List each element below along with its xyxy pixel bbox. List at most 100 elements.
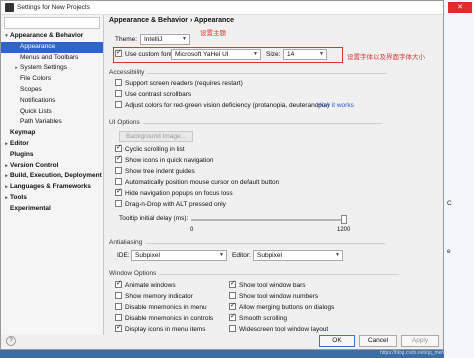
ok-button[interactable]: OK [319,335,355,347]
window-option-checkbox[interactable]: Allow merging buttons on dialogs [229,301,334,312]
drag-drop-checkbox[interactable]: Drag-n-Drop with ALT pressed only [115,200,226,209]
show-tree-checkbox[interactable]: Show tree indent guides [115,167,195,176]
sidebar-item-label: Notifications [20,96,56,104]
sidebar-item-label: Version Control [10,161,59,169]
font-select[interactable]: Microsoft YaHei UI ▼ [171,49,261,60]
show-icons-checkbox[interactable]: Show icons in quick navigation [115,154,214,165]
how-it-works-link[interactable]: How it works [317,101,354,110]
sidebar-item-label: Plugins [10,150,34,158]
window-option-checkbox[interactable]: Widescreen tool window layout [229,325,328,334]
show-tree-label: Show tree indent guides [125,168,195,175]
theme-annotation: 设置主题 [200,30,226,37]
sidebar-item[interactable]: File Colors [1,74,103,85]
close-icon[interactable]: ✕ [448,2,472,13]
contrast-scrollbars-checkbox[interactable]: Use contrast scrollbars [115,90,191,99]
screen-readers-checkbox[interactable]: Support screen readers (requires restart… [115,79,243,88]
sidebar-item[interactable]: Appearance [1,41,103,53]
hide-popups-label: Hide navigation popups on focus loss [125,190,233,197]
window-option-checkbox[interactable]: Display icons in menu items [115,323,206,334]
font-value: Microsoft YaHei UI [175,51,229,58]
size-label: Size: [266,51,281,58]
window-option-checkbox[interactable]: Smooth scrolling [229,312,287,323]
window-option-checkbox[interactable]: Disable mnemonics in controls [115,314,213,323]
chevron-right-icon: ▸ [5,194,8,201]
apply-button[interactable]: Apply [401,335,439,347]
cancel-button[interactable]: Cancel [359,335,397,347]
sidebar-item[interactable]: Plugins [1,150,103,161]
help-icon[interactable]: ? [6,336,16,346]
sidebar-item[interactable]: ▸ Tools [1,193,103,204]
ui-options-section-title: UI Options [109,119,381,126]
sidebar-item[interactable]: Menus and Toolbars [1,53,103,64]
tooltip-max-label: 1200 [337,227,351,233]
editor-aa-label: Editor: [232,252,251,259]
watermark-text: https://blog.csdn.net/qq_mehe [380,350,447,356]
breadcrumb-current: Appearance [193,17,235,24]
tooltip-delay-label: Tooltip initial delay (ms): [119,215,189,222]
settings-window: Settings for New Projects ▾ Appearance & … [0,0,444,350]
editor-antialiasing-select[interactable]: Subpixel ▼ [253,250,343,261]
contrast-scrollbars-label: Use contrast scrollbars [125,91,192,98]
checkbox-unchecked [115,79,122,86]
sidebar-item-label: Quick Lists [20,107,52,115]
window-title: Settings for New Projects [17,4,90,11]
auto-position-checkbox[interactable]: Automatically position mouse cursor on d… [115,178,279,187]
checkbox-unchecked [115,303,122,310]
sidebar-item[interactable]: Keymap [1,128,103,139]
window-option-checkbox[interactable]: Show tool window bars [229,279,305,290]
theme-select[interactable]: IntelliJ ▼ [140,34,190,45]
checkbox-checked [115,143,122,152]
sidebar-item[interactable]: Path Variables [1,117,103,128]
custom-font-checkbox[interactable]: Use custom font: [115,48,174,59]
breadcrumb: Appearance & Behavior › Appearance [105,15,445,27]
sidebar-item-label: File Colors [20,75,52,83]
sidebar-item[interactable]: ▸ Editor [1,139,103,150]
sidebar-item[interactable]: Notifications [1,96,103,107]
sidebar-item-label: Path Variables [20,118,62,126]
font-size-value: 14 [287,51,295,58]
window-option-checkbox[interactable]: Disable mnemonics in menu [115,303,207,312]
sidebar-item[interactable]: ▸ Build, Execution, Deployment [1,171,103,182]
chevron-right-icon: ▸ [5,162,8,169]
breadcrumb-parent[interactable]: Appearance & Behavior [109,17,188,24]
cyclic-scrolling-checkbox[interactable]: Cyclic scrolling in list [115,143,185,154]
chevron-down-icon: ▼ [319,51,324,57]
sidebar-item[interactable]: Scopes [1,85,103,96]
sidebar-item-label: Scopes [20,85,42,93]
sidebar-item[interactable]: Quick Lists [1,107,103,118]
sidebar-item[interactable]: ▸ Languages & Frameworks [1,182,103,193]
window-option-label: Show memory indicator [125,293,193,300]
sidebar-item[interactable]: Experimental [1,204,103,215]
background-image-button[interactable]: Background Image... [119,131,193,142]
search-input[interactable] [4,17,100,29]
ide-aa-value: Subpixel [135,252,160,259]
show-icons-label: Show icons in quick navigation [125,157,214,164]
chevron-down-icon: ▾ [5,33,8,39]
title-bar: Settings for New Projects [1,1,443,15]
checkbox-checked [115,48,122,57]
checkbox-checked [115,323,122,332]
sidebar-item[interactable]: ▸ Version Control [1,161,103,172]
sidebar-item-label: Appearance [20,42,56,50]
window-option-checkbox[interactable]: Animate windows [115,279,176,290]
checkbox-unchecked [115,314,122,321]
sidebar-item[interactable]: ▸ System Settings [1,63,103,74]
tooltip-delay-slider-track[interactable] [191,219,347,221]
hide-popups-checkbox[interactable]: Hide navigation popups on focus loss [115,187,233,198]
sidebar-item[interactable]: ▾ Appearance & Behavior [1,31,103,42]
checkbox-checked [229,312,236,321]
window-option-checkbox[interactable]: Show memory indicator [115,292,193,301]
checkbox-checked [115,279,122,288]
sidebar: ▾ Appearance & Behavior Appearance Menus an… [1,15,104,335]
window-option-checkbox[interactable]: Show tool window numbers [229,292,318,301]
adjust-colors-checkbox[interactable]: Adjust colors for red-green vision defic… [115,101,329,110]
ide-antialiasing-select[interactable]: Subpixel ▼ [131,250,227,261]
tooltip-delay-slider-thumb[interactable] [341,215,347,224]
ide-aa-label: IDE: [117,252,130,259]
chevron-right-icon: ▸ [15,65,18,72]
checkbox-checked [229,301,236,310]
drag-drop-label: Drag-n-Drop with ALT pressed only [125,201,226,208]
chevron-right-icon: ▸ [5,173,8,180]
font-size-select[interactable]: 14 ▼ [283,49,327,60]
checkbox-checked [115,154,122,163]
